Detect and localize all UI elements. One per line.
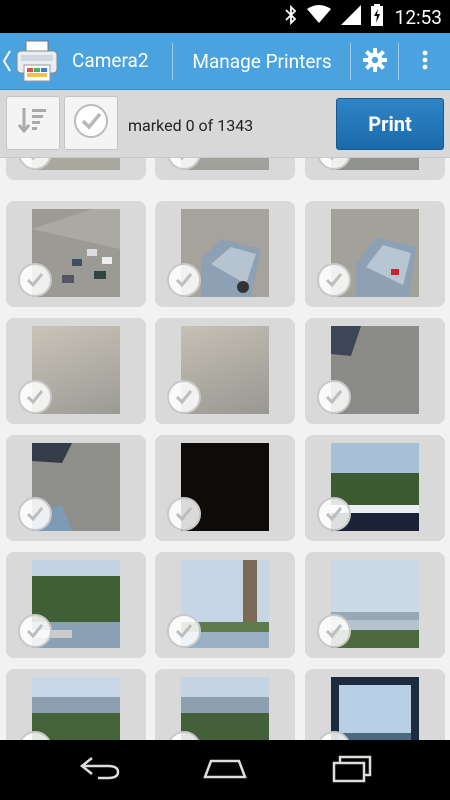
photo-cell[interactable] [6,552,146,658]
photo-grid[interactable] [0,158,450,740]
overflow-menu-button[interactable] [400,33,450,90]
up-caret-icon[interactable] [2,49,12,79]
photo-cell[interactable] [155,669,295,740]
check-circle-icon[interactable] [167,380,201,414]
clock: 12:53 [394,5,442,29]
back-arrow-icon [78,754,122,786]
sort-button[interactable] [6,96,60,150]
signal-icon [340,5,361,29]
photo-cell[interactable] [305,552,445,658]
gear-icon [363,47,387,76]
more-vertical-icon [422,50,428,74]
action-bar: Camera2 Manage Printers [0,33,450,90]
check-circle-icon[interactable] [167,263,201,297]
photo-cell[interactable] [6,201,146,307]
check-circle-icon[interactable] [167,497,201,531]
settings-button[interactable] [352,33,398,90]
photo-cell[interactable] [305,318,445,424]
photo-thumbnail [331,677,419,740]
battery-icon [370,4,383,30]
check-circle-icon[interactable] [317,614,351,648]
photo-cell[interactable] [155,201,295,307]
home-button[interactable] [195,750,255,790]
recent-apps-button[interactable] [322,750,382,790]
sort-descending-icon [16,104,50,142]
check-circle-icon[interactable] [317,380,351,414]
check-circle-icon[interactable] [18,614,52,648]
photo-cell[interactable] [305,435,445,541]
wifi-icon [306,5,331,29]
photo-cell[interactable] [6,669,146,740]
photo-cell[interactable] [305,158,445,180]
divider [172,43,173,80]
bluetooth-icon [285,4,297,29]
divider [350,43,351,80]
photo-cell[interactable] [155,435,295,541]
photo-cell[interactable] [6,158,146,180]
photo-cell[interactable] [155,318,295,424]
printer-app-icon[interactable] [14,39,60,83]
photo-thumbnail [32,677,120,740]
check-circle-icon [73,103,109,143]
select-all-button[interactable] [64,96,118,150]
navigation-bar [0,740,450,800]
selection-toolbar: marked 0 of 1343 Print [0,90,450,158]
check-circle-icon[interactable] [317,263,351,297]
photo-cell[interactable] [155,158,295,180]
photo-cell[interactable] [155,552,295,658]
divider [398,43,399,80]
photo-cell[interactable] [305,669,445,740]
home-icon [201,755,249,785]
photo-cell[interactable] [6,318,146,424]
status-bar: 12:53 [0,0,450,33]
photo-cell[interactable] [305,201,445,307]
check-circle-icon[interactable] [317,497,351,531]
check-circle-icon[interactable] [18,263,52,297]
check-circle-icon[interactable] [18,380,52,414]
check-circle-icon[interactable] [167,614,201,648]
manage-printers-button[interactable]: Manage Printers [174,33,350,90]
photo-cell[interactable] [6,435,146,541]
back-button[interactable] [70,750,130,790]
marked-count: marked 0 of 1343 [128,116,254,135]
print-button[interactable]: Print [336,98,444,150]
photo-thumbnail [181,677,269,740]
check-circle-icon[interactable] [18,497,52,531]
recent-apps-icon [330,753,374,787]
page-title: Camera2 [72,49,149,72]
